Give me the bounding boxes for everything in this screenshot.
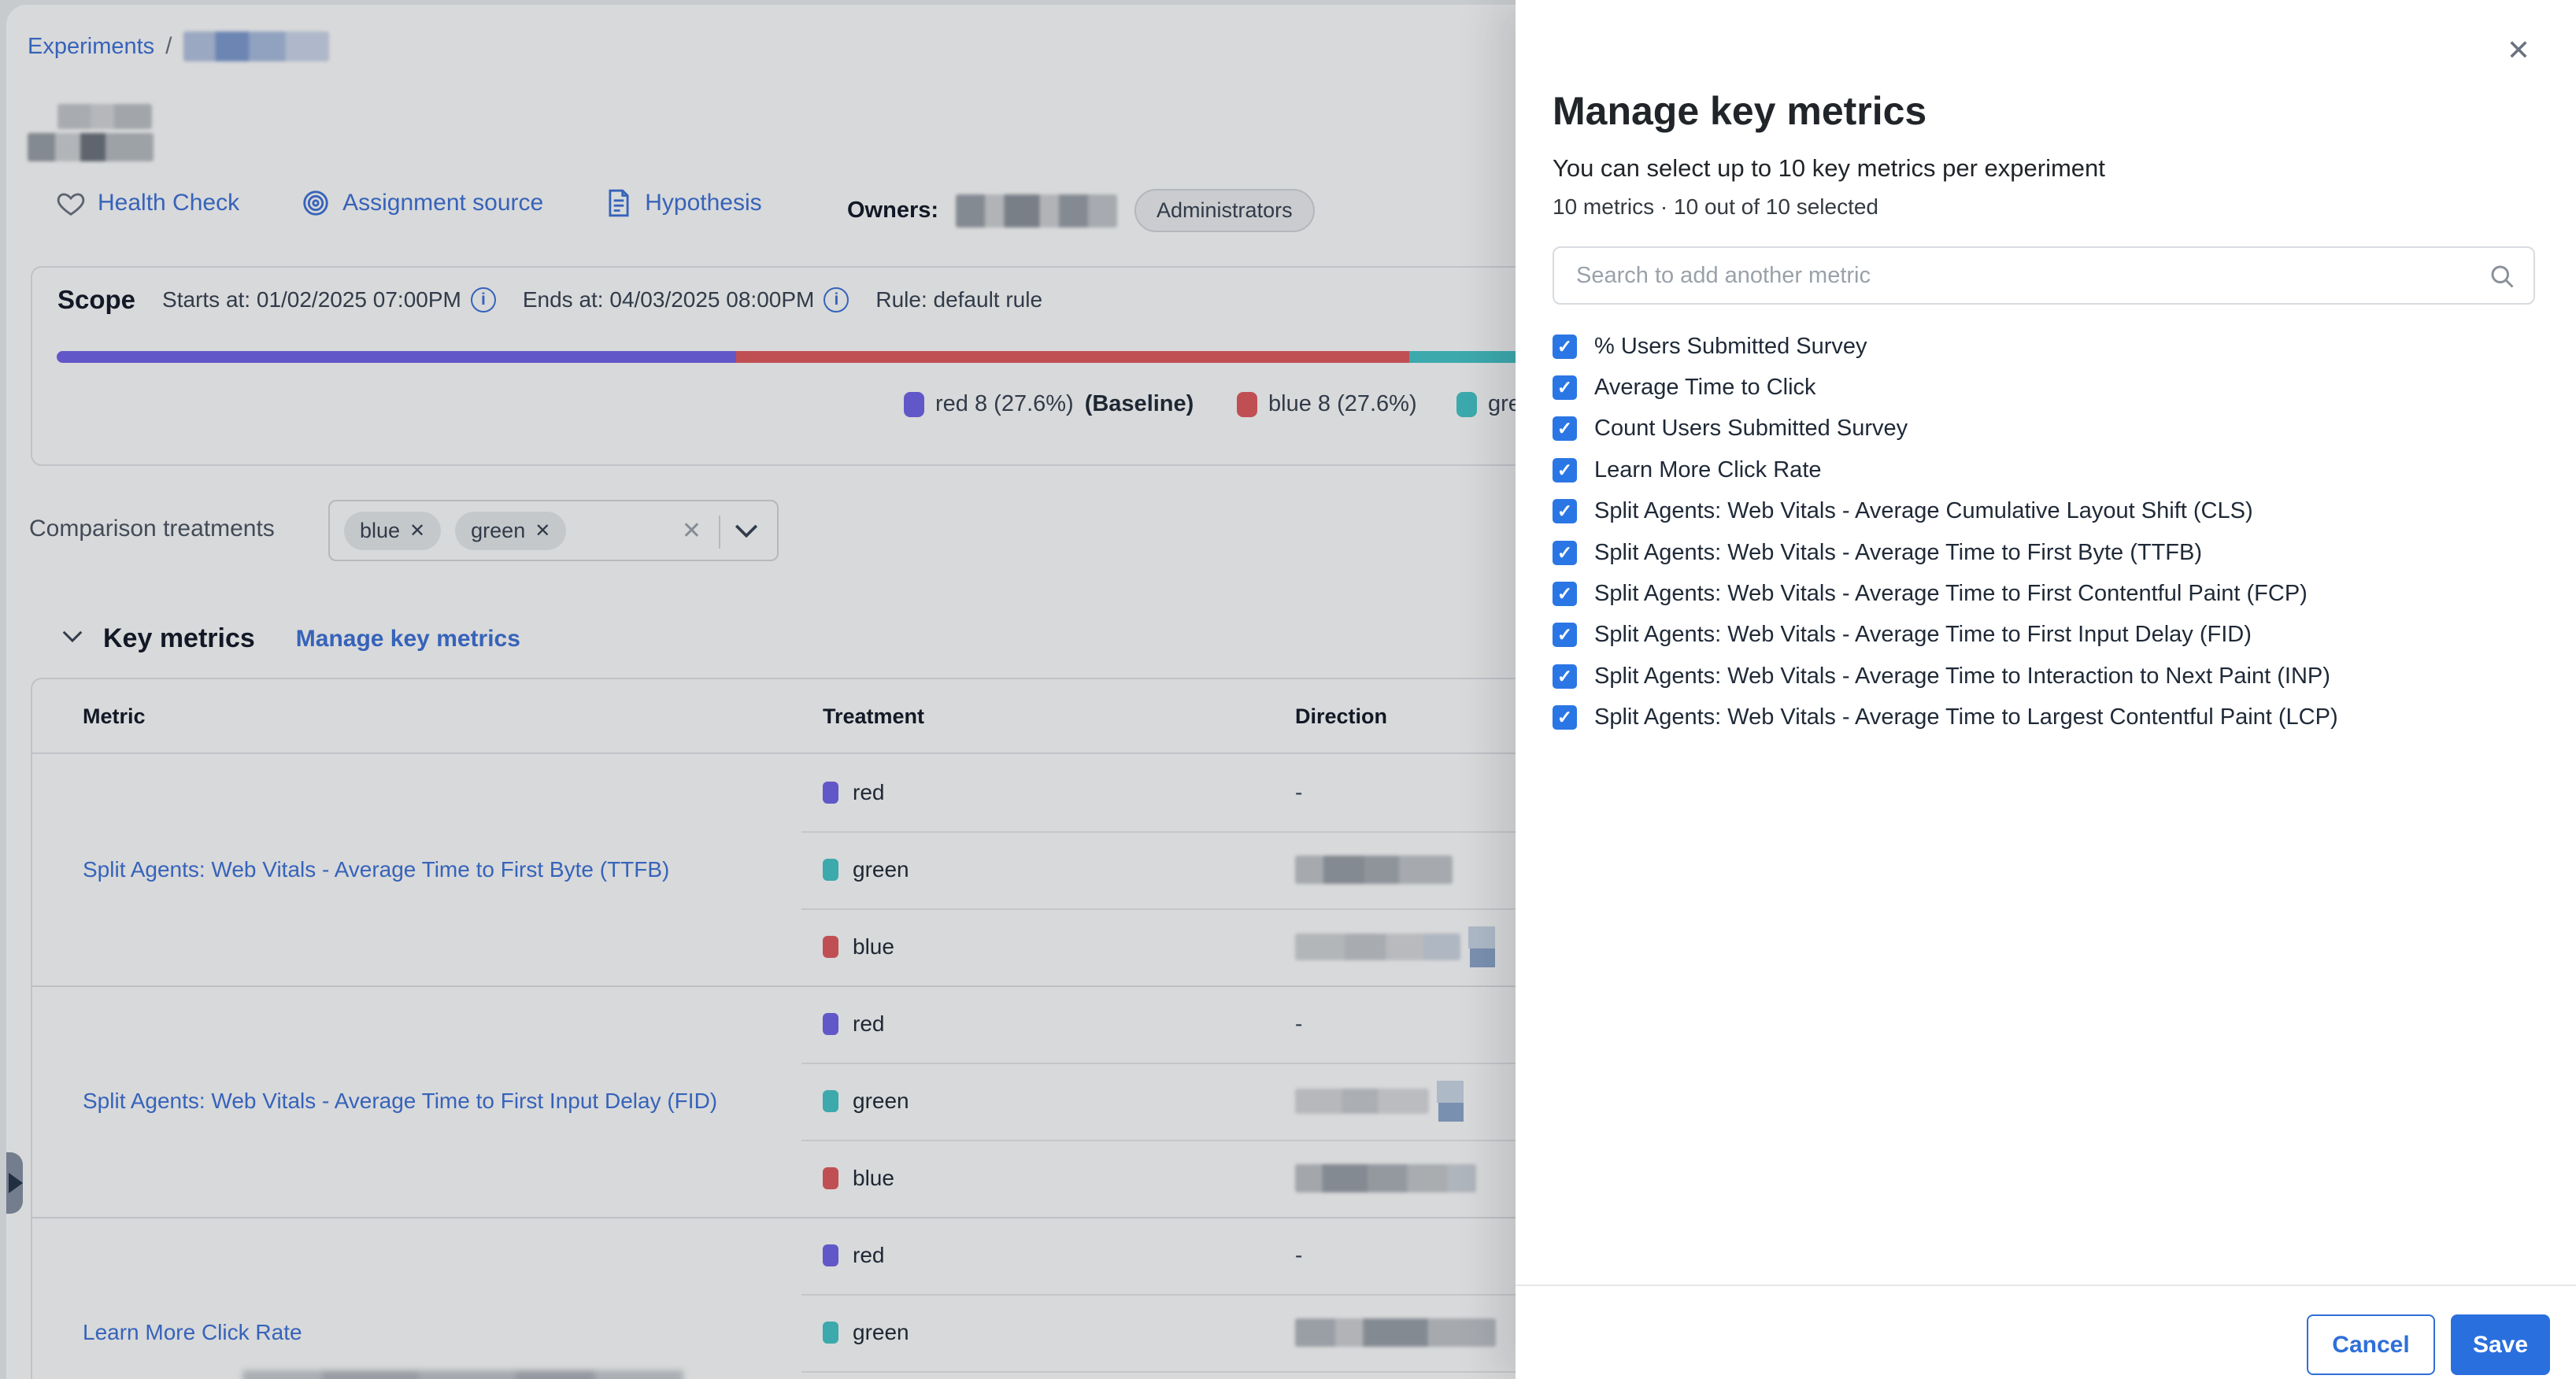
metric-option[interactable]: ✓Split Agents: Web Vitals - Average Time… <box>1553 615 2545 656</box>
modal-title: Manage key metrics <box>1553 88 1926 134</box>
metric-option[interactable]: ✓Split Agents: Web Vitals - Average Cumu… <box>1553 491 2545 532</box>
checkbox-checked[interactable]: ✓ <box>1553 499 1577 523</box>
checkbox-checked[interactable]: ✓ <box>1553 541 1577 565</box>
cancel-button[interactable]: Cancel <box>2307 1314 2435 1375</box>
modal-footer: Cancel Save <box>1516 1285 2576 1379</box>
metric-option[interactable]: ✓Split Agents: Web Vitals - Average Time… <box>1553 656 2545 697</box>
metric-search-input[interactable] <box>1576 248 2466 303</box>
checkbox-checked[interactable]: ✓ <box>1553 375 1577 400</box>
checkbox-checked[interactable]: ✓ <box>1553 458 1577 482</box>
metrics-count: 10 metrics · 10 out of 10 selected <box>1553 194 1878 220</box>
metric-checkbox-list: ✓% Users Submitted Survey ✓Average Time … <box>1553 326 2545 738</box>
metric-option[interactable]: ✓Learn More Click Rate <box>1553 449 2545 490</box>
checkbox-checked[interactable]: ✓ <box>1553 705 1577 730</box>
metric-option[interactable]: ✓Average Time to Click <box>1553 367 2545 408</box>
close-icon[interactable]: ✕ <box>2507 36 2530 65</box>
search-icon[interactable] <box>2488 262 2516 294</box>
manage-key-metrics-modal: ✕ Manage key metrics You can select up t… <box>1516 0 2576 1379</box>
metric-option[interactable]: ✓Split Agents: Web Vitals - Average Time… <box>1553 697 2545 738</box>
checkbox-checked[interactable]: ✓ <box>1553 623 1577 647</box>
metric-option[interactable]: ✓Count Users Submitted Survey <box>1553 409 2545 449</box>
metric-search-box <box>1553 246 2535 305</box>
metric-option[interactable]: ✓Split Agents: Web Vitals - Average Time… <box>1553 573 2545 614</box>
app-root: Experiments / Health Check Assignment so… <box>0 0 2576 1379</box>
checkbox-checked[interactable]: ✓ <box>1553 335 1577 359</box>
checkbox-checked[interactable]: ✓ <box>1553 416 1577 441</box>
modal-subtitle: You can select up to 10 key metrics per … <box>1553 154 2105 183</box>
save-button[interactable]: Save <box>2451 1314 2550 1375</box>
checkbox-checked[interactable]: ✓ <box>1553 582 1577 606</box>
checkbox-checked[interactable]: ✓ <box>1553 664 1577 689</box>
metric-option[interactable]: ✓% Users Submitted Survey <box>1553 326 2545 367</box>
metric-option[interactable]: ✓Split Agents: Web Vitals - Average Time… <box>1553 532 2545 573</box>
